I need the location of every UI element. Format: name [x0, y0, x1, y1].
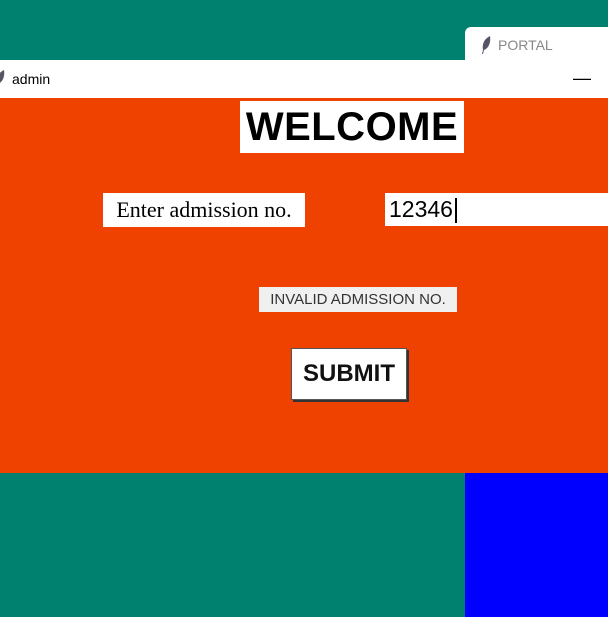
- admin-title: admin: [12, 71, 51, 87]
- text-caret: [455, 198, 457, 223]
- admin-window-body: [0, 98, 608, 473]
- portal-titlebar[interactable]: PORTAL: [480, 30, 553, 60]
- minimize-icon: —: [573, 67, 591, 88]
- background-blue-panel: [465, 473, 608, 617]
- submit-button[interactable]: SUBMIT: [291, 348, 407, 400]
- portal-title: PORTAL: [498, 37, 553, 53]
- status-message: INVALID ADMISSION NO.: [259, 287, 457, 312]
- admin-titlebar[interactable]: [0, 60, 608, 98]
- admission-label: Enter admission no.: [103, 193, 305, 227]
- admission-input[interactable]: [385, 193, 608, 226]
- feather-icon: [0, 70, 5, 83]
- welcome-heading: WELCOME: [240, 101, 464, 153]
- minimize-button[interactable]: —: [570, 64, 594, 92]
- feather-icon: [482, 36, 491, 54]
- admin-title-group: admin: [0, 60, 50, 98]
